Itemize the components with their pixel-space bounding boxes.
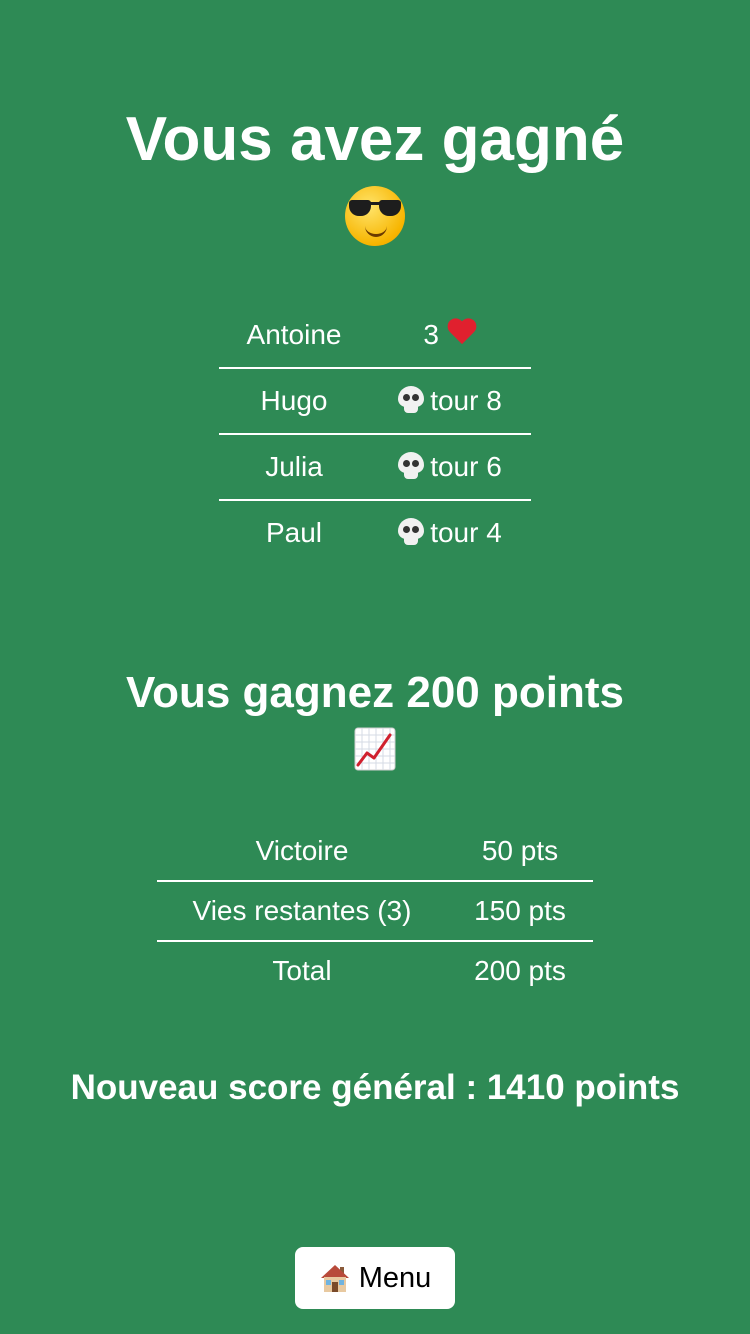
points-table: Victoire 50 pts Vies restantes (3) 150 p… [157, 822, 593, 1000]
skull-icon [398, 452, 425, 480]
points-row: Vies restantes (3) 150 pts [157, 880, 593, 941]
player-name: Julia [219, 433, 369, 500]
player-row: Paul tour 4 [219, 499, 531, 565]
elimination-round: tour 6 [430, 451, 502, 482]
player-row: Hugo tour 8 [219, 367, 531, 434]
player-name: Antoine [246, 319, 342, 350]
elimination-round: tour 4 [430, 517, 502, 548]
player-status: tour 8 [369, 367, 531, 434]
player-row: Julia tour 6 [219, 433, 531, 500]
skull-icon [398, 518, 425, 546]
elimination-round: tour 8 [430, 385, 502, 416]
menu-button[interactable]: Menu [295, 1247, 455, 1309]
result-title: Vous avez gagné [0, 104, 750, 248]
player-status: tour 4 [369, 499, 531, 565]
player-status: tour 6 [369, 433, 531, 500]
total-score: Nouveau score général : 1410 points [70, 1068, 680, 1107]
player-row: Antoine 3 [219, 303, 531, 368]
points-label: Total [157, 940, 447, 1000]
heart-icon [447, 319, 477, 347]
points-value: 150 pts [447, 880, 593, 941]
menu-button-label: Menu [358, 1261, 432, 1294]
player-status: 3 [369, 303, 531, 368]
lives-count: 3 [423, 319, 439, 350]
points-value: 200 pts [447, 940, 593, 1000]
points-row: Victoire 50 pts [157, 822, 593, 881]
skull-icon [398, 386, 425, 414]
house-icon [320, 1265, 349, 1292]
player-name: Hugo [219, 367, 369, 434]
points-row: Total 200 pts [157, 940, 593, 1000]
players-table: Antoine 3 Hugo tour 8 Julia tour 6 Paul … [219, 303, 531, 565]
result-title-text: Vous avez gagné [125, 105, 625, 174]
points-label: Victoire [255, 835, 349, 866]
points-title-text: Vous gagnez 200 points [126, 668, 624, 717]
points-title: Vous gagnez 200 points [0, 666, 750, 774]
chart-increasing-icon [354, 727, 396, 771]
player-name: Paul [219, 499, 369, 565]
points-value: 50 pts [481, 835, 559, 866]
points-label: Vies restantes (3) [157, 880, 447, 941]
smiling-face-with-sunglasses-icon [345, 185, 405, 246]
